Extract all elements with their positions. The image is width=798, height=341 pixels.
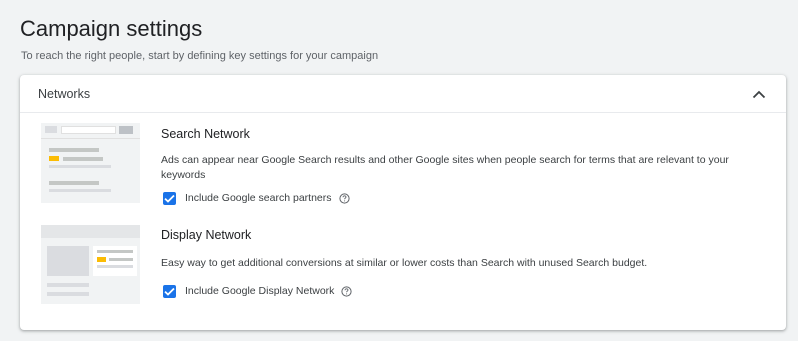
help-circle-icon[interactable] (338, 192, 350, 204)
search-partners-checkbox[interactable] (163, 191, 176, 205)
page-title: Campaign settings (20, 16, 203, 41)
networks-panel-title: Networks (38, 87, 91, 101)
search-network-description: Ads can appear near Google Search result… (161, 154, 729, 181)
display-network-title: Display Network (161, 228, 252, 242)
chevron-up-icon (752, 90, 766, 98)
help-circle-icon[interactable] (341, 285, 353, 297)
display-network-label[interactable]: Include Google Display Network (185, 284, 334, 298)
display-network-description: Easy way to get additional conversions a… (161, 257, 648, 269)
search-partners-label[interactable]: Include Google search partners (185, 191, 332, 205)
collapse-button[interactable] (746, 81, 772, 107)
display-ads-illustration (41, 225, 140, 304)
page-subtitle: To reach the right people, start by defi… (21, 50, 379, 62)
search-partners-option: Include Google search partners (163, 190, 350, 206)
checkmark-icon (164, 194, 175, 203)
display-network-checkbox[interactable] (163, 284, 176, 298)
search-results-illustration (41, 123, 140, 203)
search-network-title: Search Network (161, 127, 250, 141)
networks-panel-header[interactable]: Networks (20, 75, 786, 113)
networks-panel: Networks Search Network Ads can appear n… (20, 75, 786, 330)
display-network-option: Include Google Display Network (163, 283, 353, 299)
checkmark-icon (164, 287, 175, 296)
